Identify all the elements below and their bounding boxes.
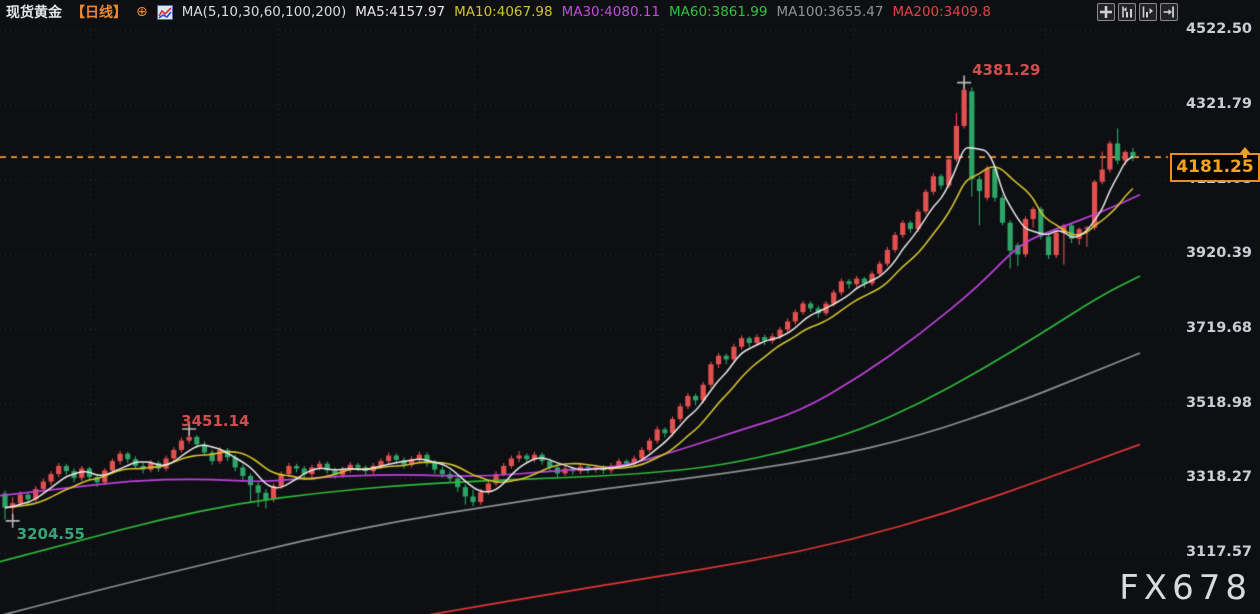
high-annotation: 4381.29 (972, 61, 1040, 79)
axis-scale-left-icon[interactable] (1118, 3, 1136, 21)
ma200-value: MA200:3409.8 (892, 4, 990, 20)
symbol-title: 现货黄金 (6, 2, 62, 22)
y-axis-label: 3719.68 (1180, 320, 1252, 336)
chart-header: 现货黄金 【日线】 ⊕ MA(5,10,30,60,100,200) MA5:4… (6, 0, 991, 24)
axis-scale-right-icon[interactable] (1139, 3, 1157, 21)
watermark: FX678 (1119, 568, 1252, 608)
timeframe-label: 【日线】 (71, 2, 127, 22)
ma-parameters: MA(5,10,30,60,100,200) (182, 4, 347, 20)
pan-right-icon[interactable] (1160, 3, 1178, 21)
ma10-value: MA10:4067.98 (454, 4, 552, 20)
y-axis-label: 4522.50 (1180, 21, 1252, 37)
ma5-value: MA5:4157.97 (355, 4, 445, 20)
y-axis-label: 3518.98 (1180, 395, 1252, 411)
low-annotation: 3204.55 (17, 525, 85, 543)
ma30-value: MA30:4080.11 (562, 4, 660, 20)
y-axis-label: 3318.27 (1180, 469, 1252, 485)
move-icon[interactable] (1097, 3, 1115, 21)
indicator-chart-icon[interactable] (157, 5, 173, 20)
ma60-value: MA60:3861.99 (669, 4, 767, 20)
ma100-value: MA100:3655.47 (776, 4, 883, 20)
y-axis-label: 3920.39 (1180, 245, 1252, 261)
y-axis-label: 4321.79 (1180, 96, 1252, 112)
candlestick-canvas[interactable] (0, 0, 1260, 614)
add-indicator-icon[interactable]: ⊕ (136, 5, 148, 19)
gold-daily-chart: 现货黄金 【日线】 ⊕ MA(5,10,30,60,100,200) MA5:4… (0, 0, 1260, 614)
y-axis-label: 3117.57 (1180, 544, 1252, 560)
high-annotation: 3451.14 (181, 412, 249, 430)
price-up-arrow-icon (1238, 145, 1252, 159)
chart-toolbar (1097, 3, 1178, 21)
